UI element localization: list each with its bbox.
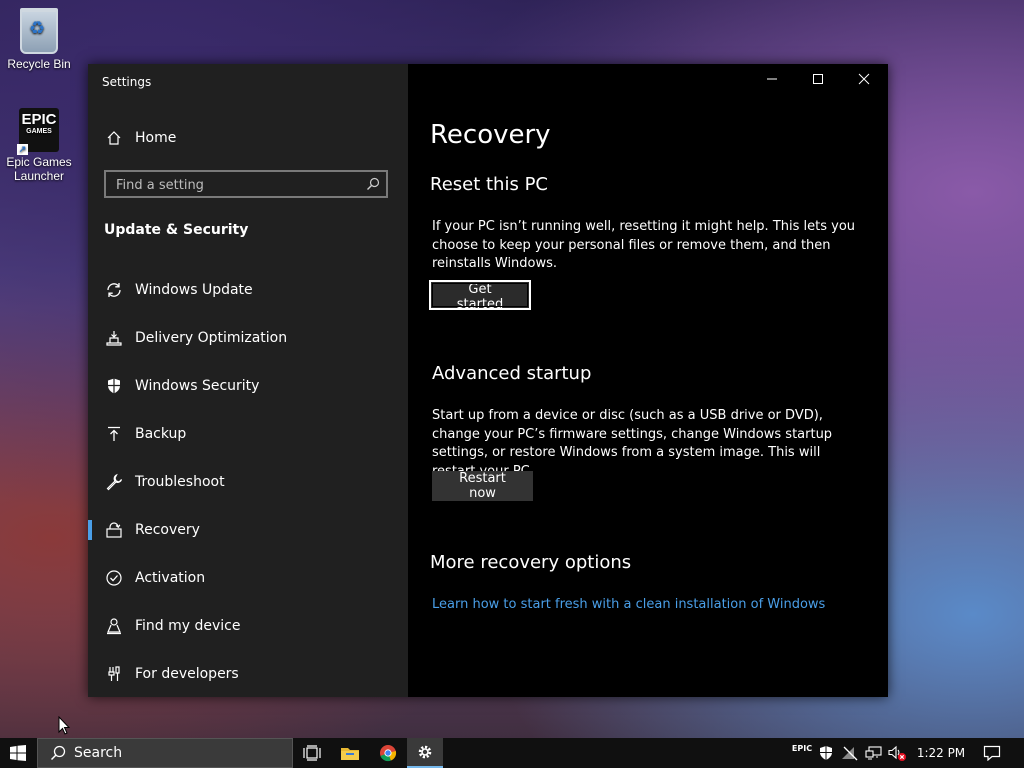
sidebar: Settings Home Update & Security Windows … <box>88 64 408 697</box>
sidebar-item-windows-security[interactable]: Windows Security <box>88 366 408 406</box>
search-icon[interactable] <box>366 176 380 195</box>
sidebar-item-for-developers[interactable]: For developers <box>88 654 408 694</box>
security-tray-icon <box>820 746 832 760</box>
page-title: Recovery <box>430 120 551 150</box>
section-title: Update & Security <box>104 222 249 238</box>
sidebar-item-label: Troubleshoot <box>135 474 225 490</box>
sidebar-item-activation[interactable]: Activation <box>88 558 408 598</box>
taskbar-search-box[interactable]: Search <box>37 738 293 768</box>
clock[interactable]: 1:22 PM <box>910 738 972 768</box>
chrome-button[interactable] <box>370 738 406 768</box>
network-icon <box>865 746 882 760</box>
more-recovery-heading: More recovery options <box>430 552 632 573</box>
file-explorer-button[interactable] <box>332 738 368 768</box>
restart-now-button[interactable]: Restart now <box>432 471 533 501</box>
sidebar-item-troubleshoot[interactable]: Troubleshoot <box>88 462 408 502</box>
sidebar-item-label: Activation <box>135 570 206 586</box>
tray-volume[interactable] <box>886 738 908 768</box>
sidebar-item-delivery-optimization[interactable]: Delivery Optimization <box>88 318 408 358</box>
sidebar-item-label: Recovery <box>135 522 200 538</box>
tray-network[interactable] <box>863 738 885 768</box>
volume-muted-icon <box>888 745 906 761</box>
taskbar-search-label: Search <box>74 745 123 761</box>
epic-games-icon: EPIC GAMES ↗ <box>17 108 59 155</box>
wrench-icon <box>104 472 124 492</box>
close-icon <box>858 73 870 85</box>
search-icon <box>50 745 66 761</box>
checkmark-circle-icon <box>104 568 124 588</box>
desktop-icon-epic-games[interactable]: EPIC GAMES ↗ Epic Games Launcher <box>1 108 77 183</box>
file-explorer-icon <box>341 748 359 760</box>
settings-taskbar-button[interactable] <box>407 738 443 768</box>
maximize-icon <box>813 74 823 84</box>
sidebar-item-home[interactable]: Home <box>88 118 408 158</box>
recycle-bin-icon <box>20 8 58 54</box>
desktop-icon-label: Epic Games Launcher <box>6 155 72 183</box>
maximize-button[interactable] <box>795 64 841 98</box>
home-icon <box>104 128 124 148</box>
task-view-button[interactable] <box>294 738 330 768</box>
sidebar-item-label: Home <box>135 130 177 146</box>
window-title: Settings <box>102 75 152 89</box>
desktop-icon-label: Recycle Bin <box>7 57 71 71</box>
task-view-icon <box>303 745 321 761</box>
sync-icon <box>104 280 124 300</box>
shortcut-arrow-icon: ↗ <box>17 144 28 155</box>
advanced-startup-description: Start up from a device or disc (such as … <box>432 408 833 479</box>
recovery-icon <box>104 520 124 540</box>
windows-logo-icon <box>10 745 26 761</box>
sidebar-item-windows-update[interactable]: Windows Update <box>88 270 408 310</box>
minimize-icon <box>767 78 777 80</box>
reset-description: If your PC isn’t running well, resetting… <box>432 219 856 271</box>
notification-icon <box>983 745 1001 761</box>
sidebar-item-label: Windows Update <box>135 282 253 298</box>
search-input[interactable] <box>106 172 358 198</box>
sidebar-item-backup[interactable]: Backup <box>88 414 408 454</box>
backup-arrow-icon <box>104 424 124 444</box>
taskbar: Search EPIC 1:22 PM <box>0 738 1024 768</box>
developer-tools-icon <box>104 664 124 684</box>
desktop-icon-recycle-bin[interactable]: Recycle Bin <box>1 8 77 71</box>
advanced-startup-heading: Advanced startup <box>432 363 592 384</box>
sidebar-item-label: Windows Security <box>135 378 260 394</box>
sidebar-item-label: For developers <box>135 666 239 682</box>
get-started-button[interactable]: Get started <box>429 280 531 312</box>
chrome-icon <box>380 745 397 762</box>
clean-install-link[interactable]: Learn how to start fresh with a clean in… <box>432 597 825 612</box>
tray-epic[interactable]: EPIC <box>792 738 812 768</box>
action-center-button[interactable] <box>978 738 1006 768</box>
mouse-cursor-icon <box>58 716 70 735</box>
epic-tray-icon: EPIC <box>791 744 813 753</box>
person-location-icon <box>104 616 124 636</box>
shield-icon <box>104 376 124 396</box>
minimize-button[interactable] <box>749 64 795 98</box>
settings-window: Settings Home Update & Security Windows … <box>88 64 888 697</box>
network-disabled-icon <box>842 746 858 761</box>
sidebar-item-label: Backup <box>135 426 187 442</box>
sidebar-item-find-my-device[interactable]: Find my device <box>88 606 408 646</box>
reset-heading: Reset this PC <box>430 174 548 195</box>
search-box[interactable] <box>104 170 388 198</box>
delivery-optimization-icon <box>104 328 124 348</box>
main-content: Recovery Reset this PC If your PC isn’t … <box>408 64 888 697</box>
sidebar-item-recovery[interactable]: Recovery <box>88 510 408 550</box>
close-button[interactable] <box>841 64 887 98</box>
sidebar-item-label: Find my device <box>135 618 241 634</box>
tray-network-disabled[interactable] <box>839 738 861 768</box>
sidebar-item-label: Delivery Optimization <box>135 330 288 346</box>
settings-icon <box>418 745 432 759</box>
start-button[interactable] <box>0 738 36 768</box>
tray-security[interactable] <box>815 738 837 768</box>
